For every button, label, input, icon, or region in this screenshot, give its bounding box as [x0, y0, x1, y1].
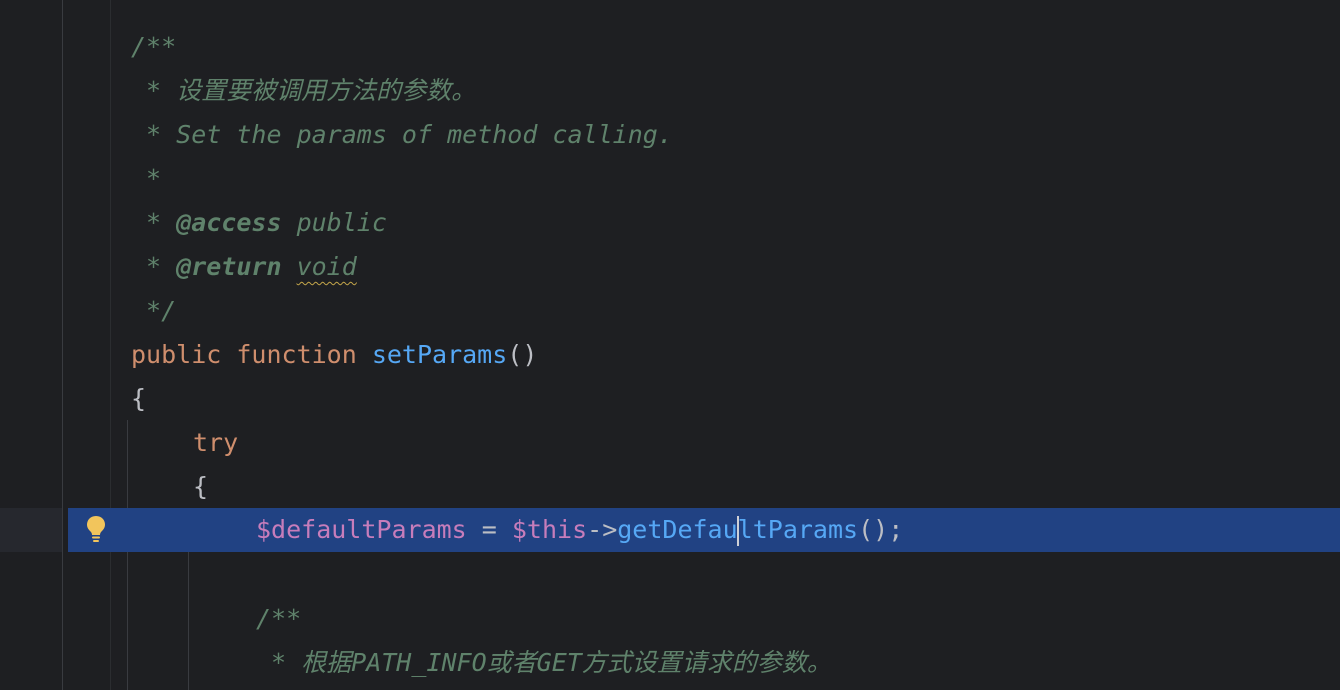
code-line-3[interactable]: * Set the params of method calling.: [131, 113, 673, 157]
doc-tag-access: @access: [176, 208, 282, 237]
code-line-9[interactable]: {: [131, 377, 146, 421]
gutter-current-line: [0, 508, 62, 552]
code-line-1[interactable]: /**: [131, 25, 176, 69]
gutter-border: [62, 0, 63, 690]
code-line-8[interactable]: public function setParams(): [131, 333, 537, 377]
code-line-2[interactable]: * 设置要被调用方法的参数。: [131, 69, 476, 113]
indent-guide: [127, 420, 128, 690]
doc-tag-return: @return: [176, 252, 282, 281]
lightbulb-icon[interactable]: [84, 514, 108, 544]
code-line-14[interactable]: /**: [256, 597, 301, 641]
code-line-5[interactable]: * @access public: [131, 201, 387, 245]
code-line-11[interactable]: {: [193, 465, 208, 509]
code-line-12[interactable]: $defaultParams = $this->getDefaultParams…: [256, 508, 903, 552]
function-name: setParams: [371, 340, 508, 369]
warning-squiggle-void[interactable]: void: [297, 252, 357, 281]
code-line-15[interactable]: * 根据PATH_INFO或者GET方式设置请求的参数。: [256, 641, 832, 685]
code-line-6[interactable]: * @return void: [131, 245, 357, 289]
code-line-4[interactable]: *: [131, 157, 161, 201]
code-line-10[interactable]: try: [193, 421, 238, 465]
code-line-7[interactable]: */: [131, 289, 176, 333]
editor-gutter[interactable]: [0, 0, 62, 690]
fold-guide: [110, 0, 111, 690]
